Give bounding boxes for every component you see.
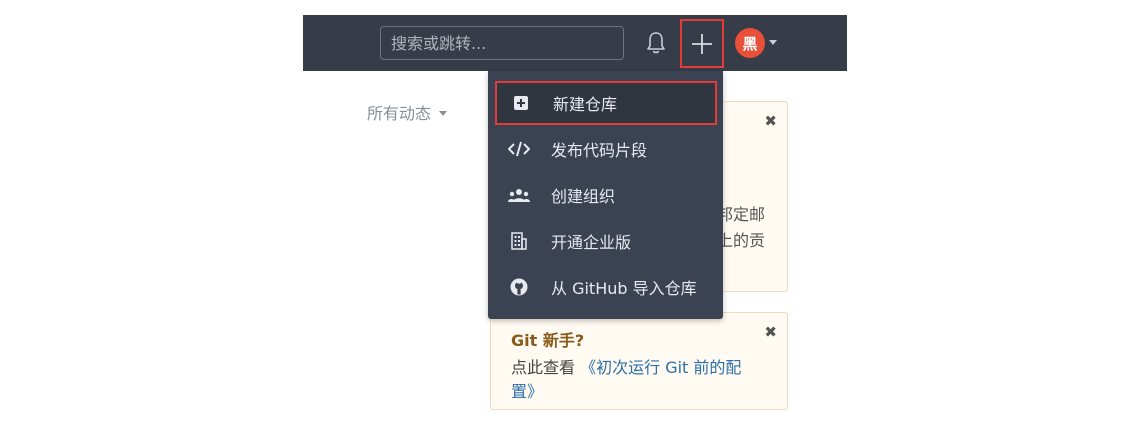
menu-item-new-repo[interactable]: 新建仓库 [495, 81, 717, 125]
feed-filter-dropdown[interactable]: 所有动态 [367, 100, 448, 124]
notice-card-text: 邦定邮 上的贡 [716, 205, 765, 250]
menu-item-new-snippet[interactable]: 发布代码片段 [495, 127, 717, 171]
github-icon [507, 278, 531, 296]
chevron-down-icon[interactable] [769, 40, 777, 45]
building-icon [507, 232, 531, 250]
menu-item-new-org[interactable]: 创建组织 [495, 173, 717, 217]
new-menu-button[interactable] [680, 19, 724, 68]
bell-icon[interactable] [644, 29, 668, 57]
search-input[interactable] [380, 26, 624, 60]
group-icon [507, 188, 531, 202]
chevron-down-icon [439, 110, 448, 116]
plus-square-icon [509, 95, 533, 111]
git-tips-card: ✖ Git 新手? 点此查看 《初次运行 Git 前的配置》 [490, 312, 788, 410]
git-tips-title: Git 新手? [511, 331, 585, 350]
avatar[interactable]: 黑 [735, 28, 765, 58]
git-tips-body: 点此查看 《初次运行 Git 前的配置》 [511, 358, 742, 401]
menu-item-enterprise[interactable]: 开通企业版 [495, 219, 717, 263]
plus-icon [692, 33, 712, 54]
close-icon[interactable]: ✖ [764, 323, 777, 341]
menu-item-import-github[interactable]: 从 GitHub 导入仓库 [495, 265, 717, 309]
top-navbar: 黑 [303, 15, 847, 71]
code-icon [507, 141, 531, 157]
close-icon[interactable]: ✖ [764, 112, 777, 130]
new-dropdown-menu: 新建仓库 发布代码片段 创建组织 开通企业版 从 GitHub 导入仓库 [488, 71, 723, 319]
feed-filter-label: 所有动态 [367, 104, 432, 123]
